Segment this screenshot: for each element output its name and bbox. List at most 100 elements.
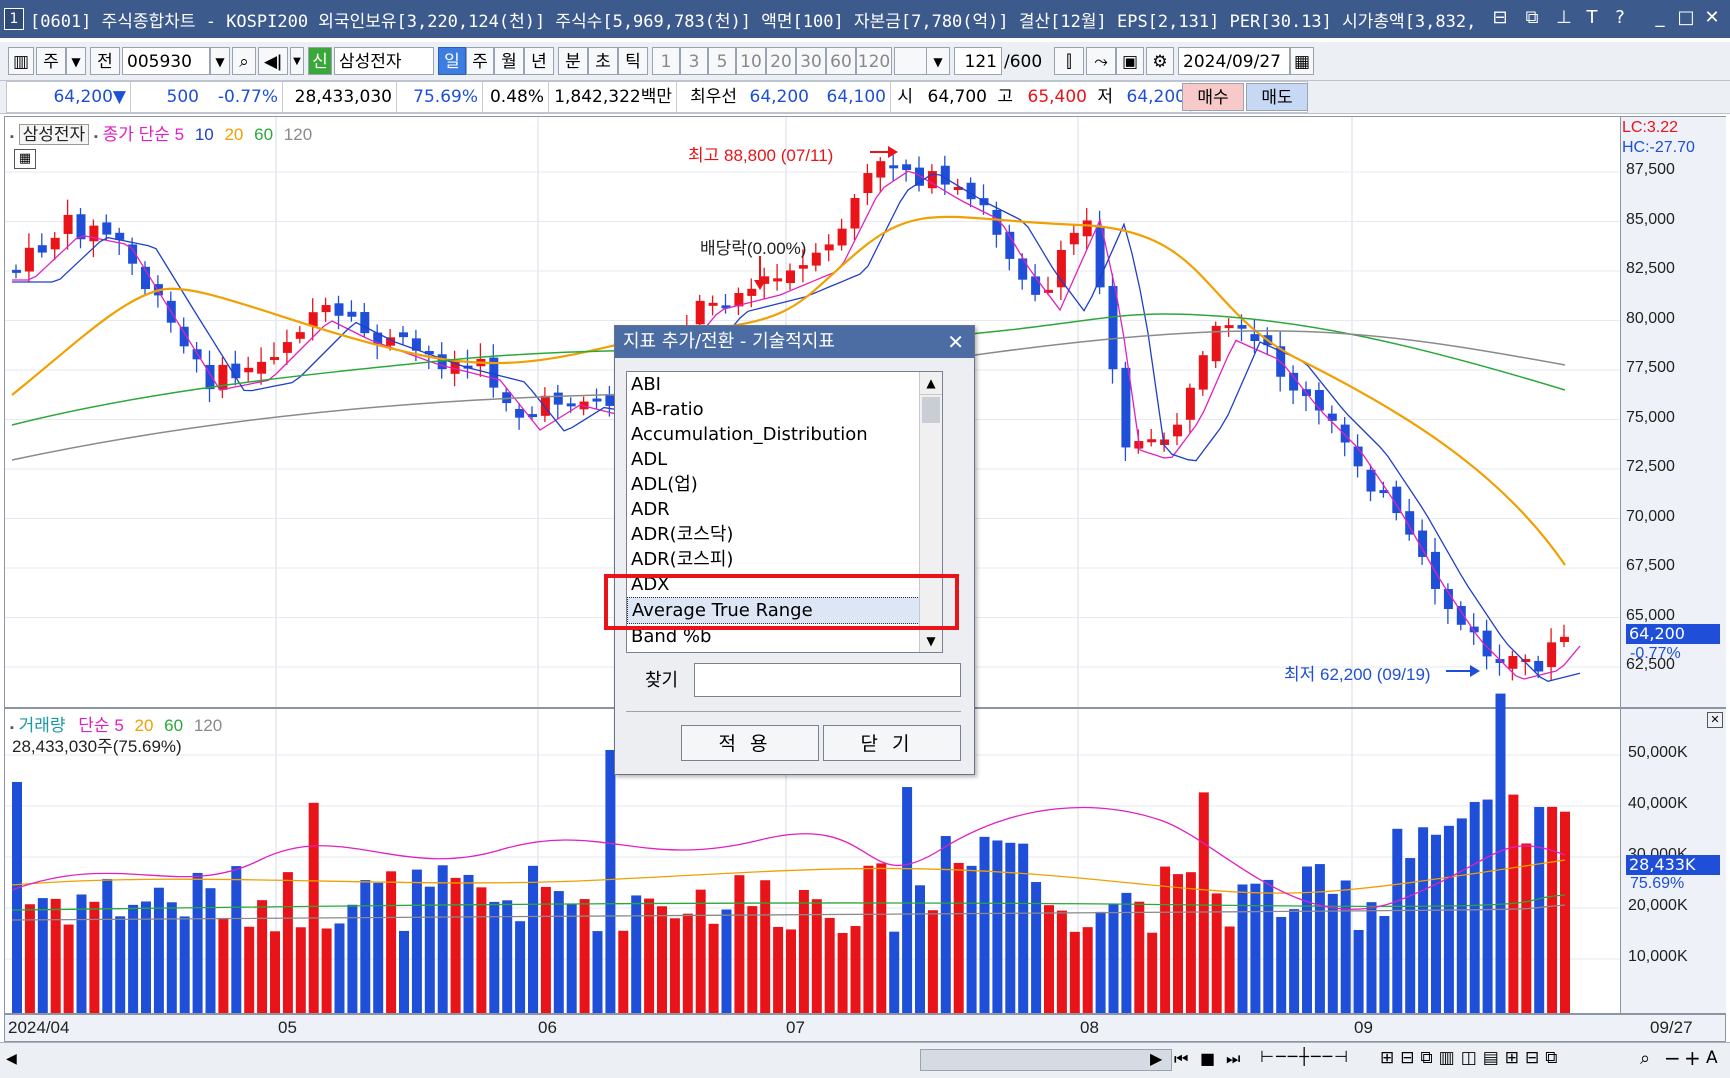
lc-value: LC:3.22 bbox=[1622, 119, 1679, 136]
candle-body bbox=[1173, 424, 1182, 437]
bottom-scrollbar[interactable]: ◀ ▶ ⏮ ■ ⏭ ⊢──┼──⊣ ⊞⊟⧉▥◫▤⊞⊟⧉ ⌕ − + A bbox=[0, 1042, 1730, 1078]
candle-body bbox=[940, 165, 950, 185]
volume-bar bbox=[218, 917, 229, 1013]
indicator-list-item[interactable]: ADL(업) bbox=[627, 472, 942, 497]
price-y-label: 80,000 bbox=[1626, 309, 1675, 327]
scroll-up-icon[interactable]: ▲ bbox=[920, 372, 942, 395]
zoom-slider[interactable]: ⊢──┼──⊣ bbox=[1260, 1047, 1350, 1066]
volume-bar bbox=[1340, 880, 1351, 1013]
indicator-list-item[interactable]: AB-ratio bbox=[627, 397, 942, 422]
candle-body bbox=[1082, 220, 1092, 237]
price-y-label: 75,000 bbox=[1626, 408, 1675, 426]
volume-bar bbox=[1031, 882, 1042, 1013]
candle-body bbox=[1108, 286, 1118, 370]
indicator-list-item[interactable]: ADR(코스피) bbox=[627, 547, 942, 572]
vol-ma120-legend: 120 bbox=[193, 716, 223, 735]
indicator-list-item[interactable]: Band Width bbox=[627, 649, 942, 652]
indicator-list-item[interactable]: ADR(코스닥) bbox=[627, 522, 942, 547]
candle-body bbox=[360, 312, 370, 334]
volume-bar bbox=[489, 901, 500, 1013]
volume-bar bbox=[1095, 911, 1106, 1013]
indicator-search-input[interactable] bbox=[694, 663, 961, 697]
indicator-list-item[interactable]: Accumulation_Distribution bbox=[627, 422, 942, 447]
volume-bar bbox=[850, 926, 861, 1013]
zoom-in-icon[interactable]: + bbox=[1684, 1046, 1701, 1070]
volume-bar bbox=[528, 865, 538, 1013]
candle-body bbox=[540, 395, 550, 416]
volume-bar bbox=[12, 781, 22, 1013]
volume-bar bbox=[915, 885, 925, 1013]
panel-close-icon[interactable]: ✕ bbox=[1707, 712, 1723, 728]
volume-bar bbox=[1405, 858, 1416, 1013]
candle-body bbox=[902, 164, 912, 171]
candle-body bbox=[863, 173, 873, 194]
candle-body bbox=[231, 363, 241, 379]
fast-forward-icon[interactable]: ⏭ bbox=[1226, 1049, 1240, 1069]
candle-body bbox=[1405, 511, 1415, 535]
candle-body bbox=[347, 311, 357, 317]
volume-bar bbox=[747, 906, 758, 1013]
scroll-thumb[interactable] bbox=[920, 1049, 1172, 1071]
volume-bar bbox=[102, 878, 113, 1013]
volume-bar bbox=[295, 927, 306, 1013]
volume-bar bbox=[153, 887, 164, 1013]
magnifier-icon[interactable]: ⌕ bbox=[1640, 1048, 1650, 1069]
candle-body bbox=[1056, 249, 1066, 288]
indicator-list-item[interactable]: ADR bbox=[627, 497, 942, 522]
volume-bar bbox=[308, 802, 319, 1013]
view-tools[interactable]: ⊞⊟⧉▥◫▤⊞⊟⧉ bbox=[1380, 1048, 1563, 1068]
volume-bar bbox=[1069, 931, 1080, 1013]
dialog-close-icon[interactable]: ✕ bbox=[947, 326, 964, 358]
candle-body bbox=[515, 408, 525, 418]
candle-body bbox=[24, 247, 34, 272]
indicator-list-item[interactable]: ABI bbox=[627, 372, 942, 397]
volume-bar bbox=[940, 836, 951, 1013]
volume-y-label: 50,000K bbox=[1628, 744, 1688, 761]
apply-button[interactable]: 적용 bbox=[681, 725, 819, 761]
candle-body bbox=[1198, 355, 1208, 390]
current-volume-pct: 75.69% bbox=[1630, 875, 1685, 892]
zoom-out-icon[interactable]: − bbox=[1664, 1046, 1681, 1070]
close-button[interactable]: 닫기 bbox=[823, 725, 961, 761]
candle-body bbox=[257, 361, 267, 374]
legend-toggle-icon[interactable]: ▪ bbox=[10, 131, 14, 143]
stock-label[interactable]: 삼성전자 bbox=[18, 124, 90, 145]
play-icon[interactable]: ▶ bbox=[1150, 1049, 1162, 1068]
price-y-label: 85,000 bbox=[1626, 210, 1675, 228]
grid-table-icon[interactable]: ▦ bbox=[14, 149, 36, 169]
font-size-icon[interactable]: A bbox=[1706, 1048, 1718, 1068]
candle-body bbox=[798, 265, 808, 269]
x-label-sep: 09 bbox=[1354, 1018, 1373, 1037]
volume-bar bbox=[1005, 842, 1016, 1013]
volume-bar bbox=[1134, 901, 1145, 1013]
volume-bar bbox=[373, 882, 384, 1013]
price-y-label: 67,500 bbox=[1626, 557, 1675, 574]
volume-bar bbox=[605, 749, 616, 1013]
candle-body bbox=[747, 288, 757, 296]
rewind-icon[interactable]: ⏮ bbox=[1174, 1049, 1188, 1069]
volume-bar bbox=[1392, 828, 1403, 1013]
volume-bar bbox=[902, 787, 913, 1013]
indicator-list-item[interactable]: ADL bbox=[627, 447, 942, 472]
candle-body bbox=[1508, 656, 1518, 669]
x-label-aug: 08 bbox=[1080, 1018, 1099, 1037]
scroll-down-icon[interactable]: ▼ bbox=[920, 629, 942, 652]
volume-bar bbox=[553, 891, 564, 1013]
current-price-tag: 64,200 bbox=[1626, 624, 1720, 644]
hc-value: HC:-27.70 bbox=[1622, 139, 1695, 156]
candle-body bbox=[773, 278, 783, 282]
volume-bar bbox=[347, 904, 358, 1013]
volume-bar bbox=[89, 901, 100, 1013]
volume-bar bbox=[1327, 893, 1338, 1013]
search-label: 찾기 bbox=[645, 670, 679, 691]
scroll-left-icon[interactable]: ◀ bbox=[6, 1051, 17, 1067]
volume-bar bbox=[592, 931, 603, 1013]
list-scroll-thumb[interactable] bbox=[922, 397, 940, 423]
current-change-tag: -0.77% bbox=[1630, 645, 1681, 662]
stop-icon[interactable]: ■ bbox=[1200, 1049, 1215, 1068]
volume-bar bbox=[244, 926, 255, 1013]
volume-bar bbox=[992, 840, 1003, 1013]
volume-bar bbox=[476, 887, 487, 1013]
legend-toggle-icon[interactable]: ▪ bbox=[94, 131, 98, 143]
volume-bar bbox=[721, 909, 732, 1013]
